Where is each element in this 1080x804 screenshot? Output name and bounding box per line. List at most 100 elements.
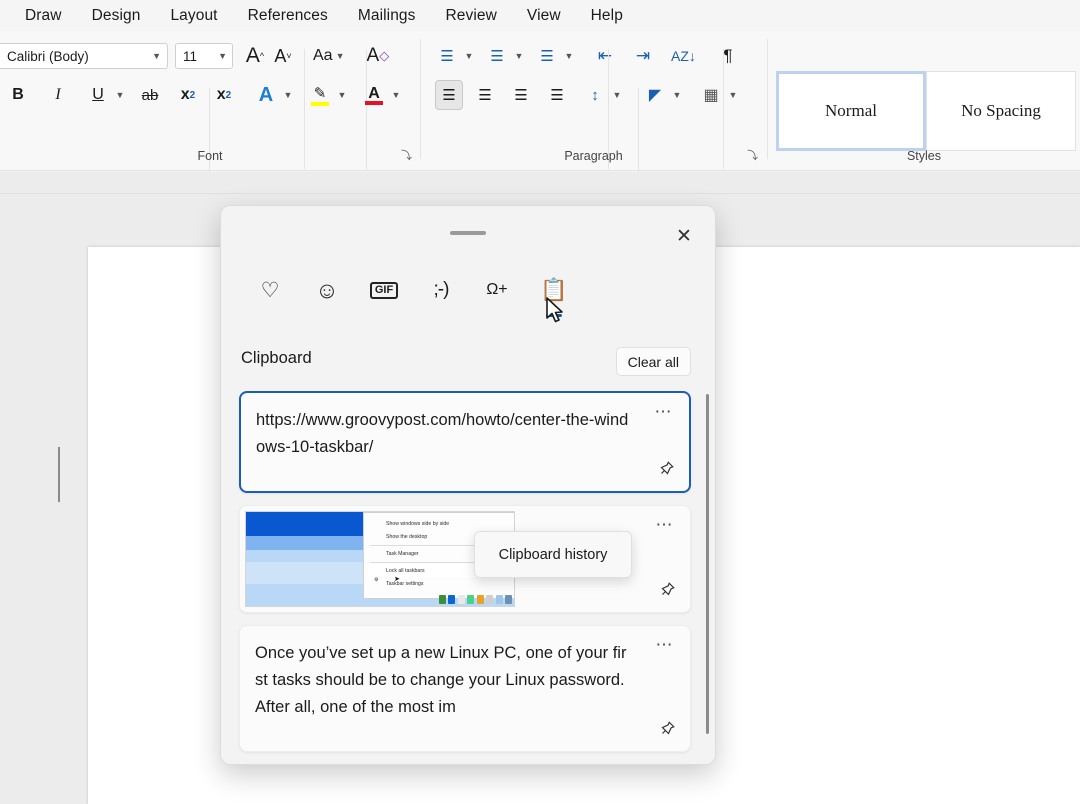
tab-layout[interactable]: Layout [155, 3, 232, 29]
clear-formatting-button[interactable]: A ◇ [363, 41, 394, 71]
underline-options-button[interactable]: ▼ [112, 80, 128, 110]
align-left-button[interactable]: ☰ [435, 80, 463, 110]
underline-button[interactable]: U [84, 80, 112, 110]
clipboard-history-panel: ✕ ♡ ☺ GIF ;-) Ω+ 📋 Clipboard Clear all [220, 205, 716, 765]
clear-all-button[interactable]: Clear all [616, 347, 691, 376]
font-dialog-launcher[interactable]: ⤵ [401, 147, 412, 163]
tab-references[interactable]: References [233, 3, 343, 29]
kaomoji-icon[interactable]: ;-) [419, 268, 463, 312]
decrease-indent-button[interactable]: ⇤ [591, 41, 619, 71]
font-size-combo[interactable]: 11 ▼ [175, 43, 233, 69]
styles-group-label: Styles [768, 149, 1080, 163]
font-color-button[interactable]: A [360, 80, 388, 110]
borders-button[interactable]: ▦ [697, 80, 725, 110]
borders-options-button[interactable]: ▼ [725, 80, 741, 110]
more-options-icon[interactable]: ⋯ [656, 636, 675, 653]
increase-indent-button[interactable]: ⇥ [629, 41, 657, 71]
more-options-icon[interactable]: ⋯ [655, 403, 674, 420]
shrink-font-button[interactable]: A˅ [269, 41, 297, 71]
emoji-icon[interactable]: ☺ [305, 268, 349, 312]
vertical-ruler-mark [58, 447, 60, 502]
highlight-color-button[interactable]: ✎ [306, 80, 334, 110]
more-options-icon[interactable]: ⋯ [656, 516, 675, 533]
tray-icon [467, 595, 474, 604]
justify-button[interactable]: ☰ [543, 80, 571, 110]
chevron-down-icon: ▼ [729, 90, 738, 100]
chevron-down-icon: ▼ [515, 51, 524, 61]
line-spacing-button[interactable]: ↕ [581, 80, 609, 110]
clipboard-item-text: Once you’ve set up a new Linux PC, one o… [240, 626, 690, 751]
thumbnail-cursor-icon: ➤ [394, 575, 400, 583]
pin-icon[interactable] [657, 460, 675, 483]
ribbon: Calibri (Body) ▼ 11 ▼ A^ A˅ A [0, 31, 1080, 171]
close-icon[interactable]: ✕ [667, 219, 701, 253]
chevron-down-icon: ▼ [613, 90, 622, 100]
text-effects-button[interactable]: A [252, 80, 280, 110]
tab-help[interactable]: Help [576, 3, 638, 29]
drag-handle[interactable] [450, 231, 486, 235]
font-name-value: Calibri (Body) [7, 49, 89, 64]
font-name-combo[interactable]: Calibri (Body) ▼ [0, 43, 168, 69]
superscript-button[interactable]: x2 [210, 80, 238, 110]
paragraph-dialog-launcher[interactable]: ⤵ [747, 147, 758, 163]
gif-icon[interactable]: GIF [362, 268, 406, 312]
clipboard-history-tooltip: Clipboard history [474, 531, 632, 578]
text-effects-options-button[interactable]: ▼ [280, 80, 296, 110]
align-right-button[interactable]: ☰ [507, 80, 535, 110]
paragraph-group-label: Paragraph [421, 149, 766, 163]
clipboard-section-title: Clipboard [241, 349, 312, 368]
bullets-button[interactable]: ☰ [433, 41, 461, 71]
change-case-button[interactable]: Aa ▼ [309, 41, 349, 71]
symbols-icon[interactable]: Ω+ [475, 268, 519, 312]
shading-button[interactable]: ◤ [641, 80, 669, 110]
chevron-down-icon: ▼ [218, 51, 227, 61]
bullets-options-button[interactable]: ▼ [461, 41, 477, 71]
chevron-down-icon: ▼ [284, 90, 293, 100]
tab-review[interactable]: Review [431, 3, 512, 29]
subscript-button[interactable]: x2 [174, 80, 202, 110]
chevron-down-icon: ▼ [673, 90, 682, 100]
panel-scrollbar[interactable] [706, 394, 709, 734]
line-spacing-options-button[interactable]: ▼ [609, 80, 625, 110]
tab-design[interactable]: Design [77, 3, 156, 29]
numbering-button[interactable]: ☰ [483, 41, 511, 71]
pin-icon[interactable] [658, 720, 676, 743]
recently-used-icon[interactable]: ♡ [248, 268, 292, 312]
chevron-down-icon: ▼ [392, 90, 401, 100]
chevron-down-icon: ▼ [116, 90, 125, 100]
thumbnail-tray [439, 595, 513, 604]
clipboard-item-text: https://www.groovypost.com/howto/center-… [241, 393, 689, 491]
font-color-options-button[interactable]: ▼ [388, 80, 404, 110]
strikethrough-button[interactable]: ab [136, 80, 164, 110]
chevron-down-icon: ▼ [565, 51, 574, 61]
style-no-spacing[interactable]: No Spacing [926, 71, 1076, 151]
multilevel-list-button[interactable]: ☰ [533, 41, 561, 71]
grow-font-button[interactable]: A^ [241, 41, 269, 71]
font-group-label: Font [0, 149, 420, 163]
show-formatting-marks-button[interactable]: ¶ [714, 41, 742, 71]
multilevel-options-button[interactable]: ▼ [561, 41, 577, 71]
align-center-button[interactable]: ☰ [471, 80, 499, 110]
pin-icon[interactable] [658, 581, 676, 604]
highlight-options-button[interactable]: ▼ [334, 80, 350, 110]
tray-icon [458, 595, 465, 604]
clipboard-item-url[interactable]: https://www.groovypost.com/howto/center-… [239, 391, 691, 493]
highlight-swatch [311, 102, 329, 106]
numbering-options-button[interactable]: ▼ [511, 41, 527, 71]
bold-button[interactable]: B [4, 80, 32, 110]
shading-options-button[interactable]: ▼ [669, 80, 685, 110]
tab-view[interactable]: View [512, 3, 576, 29]
mouse-cursor-icon [545, 297, 567, 325]
horizontal-ruler[interactable] [0, 172, 1080, 194]
clipboard-item-text-linux[interactable]: Once you’ve set up a new Linux PC, one o… [239, 625, 691, 752]
ribbon-tab-bar: Draw Design Layout References Mailings R… [0, 0, 1080, 31]
tab-mailings[interactable]: Mailings [343, 3, 431, 29]
sort-button[interactable]: AZ↓ [667, 41, 700, 71]
ribbon-group-paragraph: ☰ ▼ ☰ ▼ ☰ ▼ [421, 31, 766, 171]
tray-icon [505, 595, 512, 604]
style-normal[interactable]: Normal [776, 71, 926, 151]
screen: Draw Design Layout References Mailings R… [0, 0, 1080, 804]
tab-draw[interactable]: Draw [10, 3, 77, 29]
chevron-down-icon: ▼ [336, 51, 345, 61]
italic-button[interactable]: I [44, 80, 72, 110]
